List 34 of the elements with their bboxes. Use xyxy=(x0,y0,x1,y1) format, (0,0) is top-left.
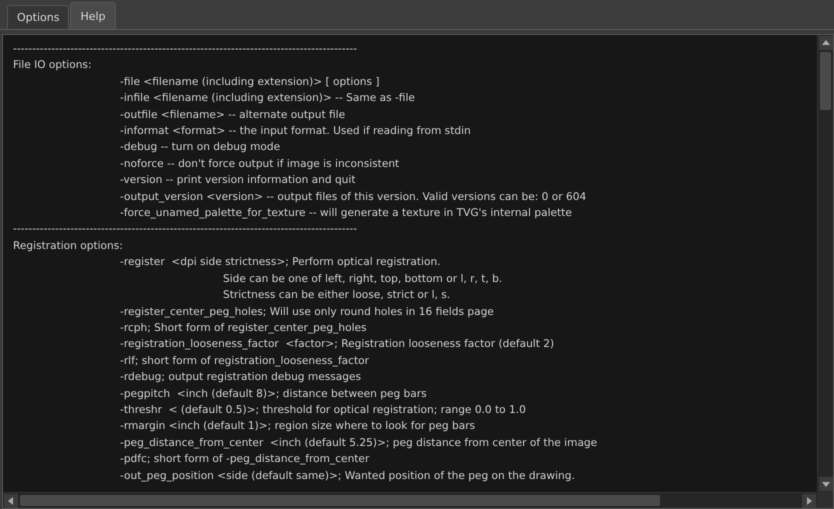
section-heading: Registration options: xyxy=(13,238,124,254)
option-line: -pdfc; short form of -peg_distance_from_center xyxy=(119,452,370,468)
option-line: -version -- print version information and quit xyxy=(119,173,356,188)
option-line: -debug -- turn on debug mode xyxy=(119,140,282,156)
option-line: -rlf; short form of registration_looseness_factor xyxy=(119,354,370,369)
option-line: -pegpitch <inch (default 8)>; distance between peg bars xyxy=(119,386,428,402)
option-line: -force_unamed_palette_for_texture -- will generate a texture in TVG's internal palette xyxy=(119,206,573,222)
option-line: -rdebug; output registration debug messages xyxy=(119,370,362,386)
separator-line: ------------------------------------------------------------------------------------------ xyxy=(13,222,358,238)
scrollbar-thumb[interactable] xyxy=(20,495,660,506)
option-line: -outfile <filename> -- alternate output file xyxy=(119,108,346,123)
section-heading: File IO options: xyxy=(13,58,93,74)
option-line: -output_version <version> -- output files of this version. Valid versions can be: 0 or 604 xyxy=(119,190,588,205)
option-line: -peg_distance_from_center <inch (default 5.25)>; peg distance from center of the image xyxy=(119,436,598,451)
option-line: -infile <filename (including extension)> -- Same as -file xyxy=(119,91,416,106)
horizontal-scrollbar[interactable] xyxy=(3,492,817,508)
option-line: -noforce -- don't force output if image is inconsistent xyxy=(119,156,400,172)
option-line: -register_center_peg_holes; Will use only round holes in 16 fields page xyxy=(119,304,495,320)
option-description: Side can be one of left, right, top, bottom or l, r, t, b. xyxy=(222,272,504,287)
tab[interactable]: Help xyxy=(70,2,116,29)
option-line: -out_peg_position <side (default same)>; Wanted position of the peg on the drawing. xyxy=(119,468,576,484)
tab[interactable]: Options xyxy=(7,5,70,29)
vertical-scrollbar[interactable] xyxy=(817,35,833,492)
option-line: -informat <format> -- the input format. Used if reading from stdin xyxy=(119,124,472,140)
option-line: -rmargin <inch (default 1)>; region size where to look for peg bars xyxy=(119,419,476,434)
option-line: -file <filename (including extension)> [ options ] xyxy=(119,74,381,90)
scrollbar-thumb[interactable] xyxy=(820,52,831,110)
option-line: -rcph; Short form of register_center_peg_holes xyxy=(119,320,368,336)
option-line: -registration_looseness_factor <factor>; Registration looseness factor (default 2) xyxy=(119,337,556,352)
separator-line: ------------------------------------------------------------------------------------------ xyxy=(13,42,358,57)
scrollbar-corner xyxy=(817,492,833,508)
option-line: -threshr < (default 0.5)>; threshold for optical registration; range 0.0 to 1.0 xyxy=(119,402,527,418)
option-description: Strictness can be either loose, strict or l, s. xyxy=(222,288,452,304)
option-line: -register <dpi side strictness>; Perform optical registration. xyxy=(119,255,442,270)
